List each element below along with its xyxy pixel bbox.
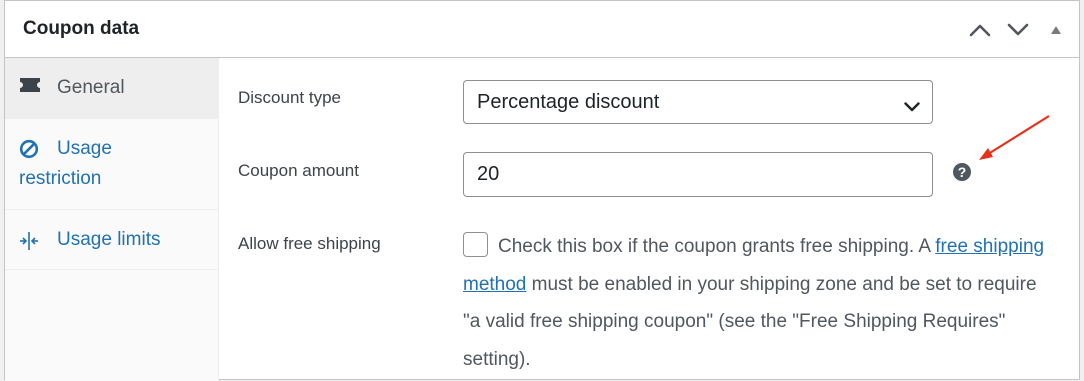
coupon-amount-value: 20 — [477, 163, 500, 185]
chevron-down-icon — [904, 95, 920, 118]
discount-type-value: Percentage discount — [477, 90, 660, 113]
coupon-data-panel: Coupon data General Usage restriction Us… — [4, 0, 1080, 381]
move-up-button[interactable] — [967, 17, 993, 43]
panel-header: Coupon data — [5, 1, 1079, 58]
free-shipping-label: Allow free shipping — [238, 234, 381, 253]
tab-general-label: General — [57, 77, 125, 98]
ban-icon — [19, 139, 39, 159]
toggle-panel-button[interactable] — [1043, 17, 1069, 43]
ticket-icon — [19, 77, 41, 93]
limits-icon — [19, 231, 39, 251]
tab-usage-restriction-label-2: restriction — [19, 168, 102, 189]
move-down-icon — [1007, 23, 1029, 36]
free-shipping-desc-after: must be enabled in your shipping zone an… — [463, 273, 1037, 370]
move-down-button[interactable] — [1005, 17, 1031, 43]
tab-usage-limits[interactable]: Usage limits — [5, 210, 218, 270]
coupon-amount-input[interactable]: 20 — [463, 152, 933, 197]
tab-usage-restriction[interactable]: Usage restriction — [5, 119, 218, 210]
toggle-arrow-icon — [1051, 26, 1061, 34]
coupon-tabs: General Usage restriction Usage limits — [5, 58, 219, 381]
general-options: Discount type Percentage discount Coupon… — [219, 58, 1079, 379]
tab-usage-restriction-label-1: Usage — [57, 138, 112, 159]
free-shipping-description: Check this box if the coupon grants free… — [463, 228, 1053, 378]
tab-general[interactable]: General — [5, 58, 218, 119]
discount-type-select[interactable]: Percentage discount — [463, 80, 933, 124]
free-shipping-desc-before: Check this box if the coupon grants free… — [498, 236, 936, 257]
tab-usage-limits-label: Usage limits — [57, 229, 161, 250]
svg-text:?: ? — [958, 164, 967, 180]
move-up-icon — [969, 24, 991, 37]
panel-title: Coupon data — [23, 18, 140, 39]
header-controls — [967, 17, 1069, 43]
annotation-arrow-icon — [969, 114, 1053, 169]
discount-type-label: Discount type — [238, 88, 341, 107]
coupon-amount-label: Coupon amount — [238, 161, 359, 180]
